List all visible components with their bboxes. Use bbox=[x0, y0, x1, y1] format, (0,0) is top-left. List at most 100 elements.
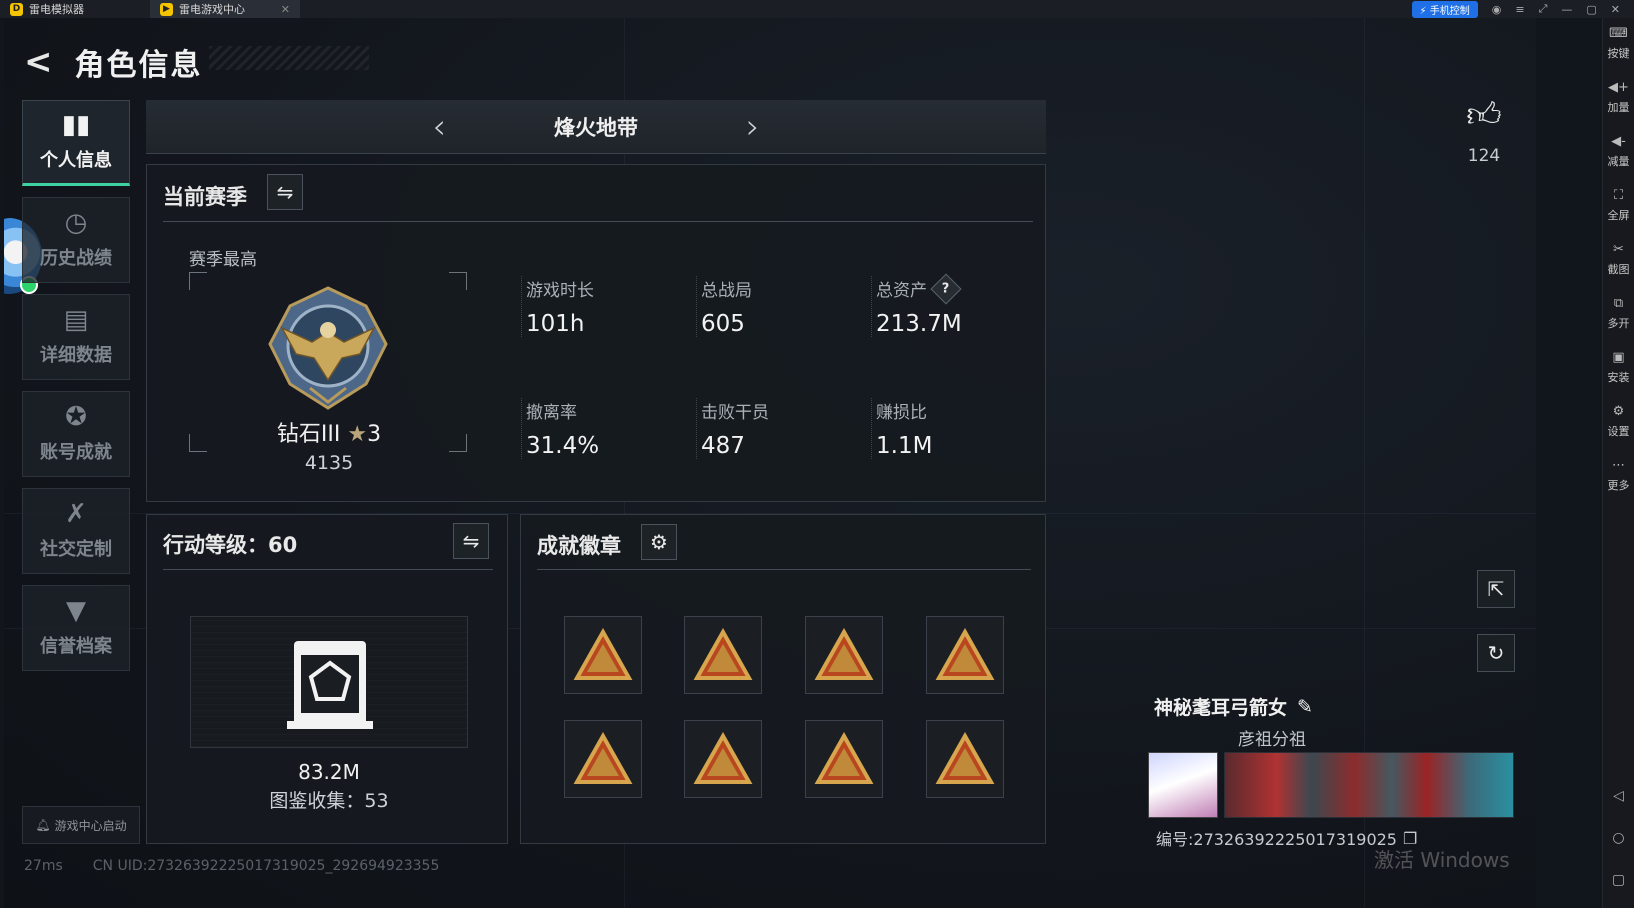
bar-chart-icon: ▮▮ bbox=[61, 110, 91, 140]
stat-kills: 击败干员 487 bbox=[696, 398, 866, 459]
edit-pencil-icon[interactable]: ✎ bbox=[1297, 696, 1313, 718]
badge-triangle-icon bbox=[935, 628, 995, 680]
emulator-logo-icon: D bbox=[10, 2, 23, 16]
multi-instance-button[interactable]: ⧉ 多开 bbox=[1608, 296, 1630, 350]
emulator-titlebar: D 雷电模拟器 ▶ 雷电游戏中心 ✕ ⚡ 手机控制 ◉ ≡ ⤢ — ▢ ✕ bbox=[0, 0, 1634, 18]
achievement-badge[interactable] bbox=[684, 616, 762, 694]
nav-item-personal-info[interactable]: ▮▮ 个人信息 bbox=[22, 100, 130, 186]
switch-season-button[interactable]: ⇋ bbox=[267, 174, 303, 210]
game-center-logo-icon: ▶ bbox=[160, 2, 173, 16]
frame-corner bbox=[189, 272, 207, 290]
nav-label: 个人信息 bbox=[40, 150, 112, 171]
prev-mode-chevron-icon[interactable]: ‹ bbox=[432, 107, 446, 147]
tab-game-center[interactable]: ▶ 雷电游戏中心 ✕ bbox=[150, 0, 300, 18]
rank-stars: 3 bbox=[367, 422, 382, 447]
stat-value: 213.7M bbox=[876, 311, 962, 337]
rank-name: 钻石III ★3 bbox=[194, 416, 464, 448]
stat-value: 31.4% bbox=[526, 433, 600, 459]
nav-item-achievements[interactable]: ✪ 账号成就 bbox=[22, 391, 130, 477]
screenshot-button[interactable]: ✂ 截图 bbox=[1608, 242, 1630, 296]
stat-label: 击败干员 bbox=[701, 403, 769, 423]
back-triangle-icon[interactable]: ◁ bbox=[1613, 788, 1624, 804]
diamond-rank-badge-icon bbox=[268, 286, 388, 410]
windows-watermark: 激活 Windows bbox=[1374, 848, 1510, 872]
achievement-badge[interactable] bbox=[926, 720, 1004, 798]
more-icon: ⋯ bbox=[1612, 458, 1625, 473]
star-badge-icon: ✪ bbox=[65, 402, 87, 432]
home-circle-icon[interactable]: ○ bbox=[1612, 830, 1624, 846]
switch-level-button[interactable]: ⇋ bbox=[453, 523, 489, 559]
stat-value: 487 bbox=[701, 433, 745, 459]
account-icon[interactable]: ◉ bbox=[1492, 3, 1502, 16]
badge-triangle-icon bbox=[814, 628, 874, 680]
stat-total-matches: 总战局 605 bbox=[696, 276, 866, 337]
nav-label: 历史战绩 bbox=[40, 248, 112, 269]
refresh-icon[interactable]: ↻ bbox=[1477, 634, 1515, 672]
fullscreen-button[interactable]: ⛶ 全屏 bbox=[1608, 188, 1630, 242]
divider bbox=[163, 221, 1033, 222]
achievement-badge[interactable] bbox=[805, 720, 883, 798]
divider bbox=[537, 569, 1031, 570]
volume-down-icon: ◀- bbox=[1611, 134, 1626, 149]
resize-icon[interactable]: ⤢ bbox=[1539, 2, 1548, 16]
achievement-badge[interactable] bbox=[684, 720, 762, 798]
title-decoration bbox=[209, 46, 369, 70]
achievement-settings-gear-icon[interactable]: ⚙ bbox=[641, 524, 677, 560]
toolbar-label: 设置 bbox=[1607, 425, 1630, 438]
stat-label: 总资产 bbox=[876, 281, 927, 301]
achievement-badge[interactable] bbox=[564, 720, 642, 798]
collection-card[interactable] bbox=[190, 616, 468, 748]
shield-icon: ▼ bbox=[66, 596, 86, 626]
stat-extract-rate: 撤离率 31.4% bbox=[521, 398, 691, 459]
cn-uid: CN UID:27326392225017319025_292694923355 bbox=[92, 858, 440, 874]
next-mode-chevron-icon[interactable]: › bbox=[746, 107, 760, 147]
fullscreen-icon: ⛶ bbox=[1613, 188, 1624, 203]
stat-value: 101h bbox=[526, 311, 585, 337]
phone-control-button[interactable]: ⚡ 手机控制 bbox=[1411, 0, 1478, 18]
share-icon[interactable]: ⇱ bbox=[1477, 570, 1515, 608]
achievement-badge[interactable] bbox=[564, 616, 642, 694]
bell-icon: 🔔︎ bbox=[35, 818, 51, 832]
toolbar-label: 更多 bbox=[1607, 479, 1630, 492]
install-icon: ▣ bbox=[1612, 350, 1625, 365]
recent-square-icon[interactable]: ▢ bbox=[1612, 872, 1625, 888]
back-arrow-icon[interactable]: < bbox=[24, 45, 53, 79]
menu-icon[interactable]: ≡ bbox=[1515, 3, 1524, 16]
nav-item-credit[interactable]: ▼ 信誉档案 bbox=[22, 585, 130, 671]
game-center-start-button[interactable]: 🔔︎ 游戏中心启动 bbox=[22, 806, 140, 844]
volume-down-button[interactable]: ◀- 减量 bbox=[1608, 134, 1630, 188]
help-icon[interactable]: ? bbox=[930, 272, 962, 305]
volume-up-button[interactable]: ◀+ 加量 bbox=[1608, 80, 1630, 134]
nav-item-social[interactable]: ✗ 社交定制 bbox=[22, 488, 130, 574]
nav-item-history[interactable]: ◷ 历史战绩 bbox=[22, 197, 130, 283]
start-label: 游戏中心启动 bbox=[54, 818, 127, 833]
achievement-badge[interactable] bbox=[805, 616, 883, 694]
scissors-icon: ✂ bbox=[1613, 242, 1624, 257]
maximize-icon[interactable]: ▢ bbox=[1586, 3, 1596, 16]
badge-triangle-icon bbox=[693, 732, 753, 784]
minimize-icon[interactable]: — bbox=[1561, 3, 1572, 16]
badge-triangle-icon bbox=[573, 628, 633, 680]
close-tab-icon[interactable]: ✕ bbox=[281, 3, 290, 16]
avatar[interactable] bbox=[1148, 752, 1218, 818]
more-button[interactable]: ⋯ 更多 bbox=[1608, 458, 1630, 512]
stat-label: 总战局 bbox=[701, 281, 752, 301]
achievement-badge[interactable] bbox=[926, 616, 1004, 694]
keyboard-button[interactable]: ⌨ 按键 bbox=[1608, 26, 1630, 80]
player-clan: 彦祖分祖 bbox=[1238, 730, 1306, 750]
stat-total-assets: 总资产 ? 213.7M bbox=[871, 272, 1041, 337]
season-best-label: 赛季最高 bbox=[189, 250, 257, 270]
install-button[interactable]: ▣ 安装 bbox=[1608, 350, 1630, 404]
likes[interactable]: 👍︎ 124 bbox=[1462, 98, 1506, 166]
toolbar-label: 截图 bbox=[1607, 263, 1630, 276]
player-name: 神秘耄耳弓箭女 bbox=[1154, 697, 1288, 719]
toolbar-label: 多开 bbox=[1607, 317, 1630, 330]
close-window-icon[interactable]: ✕ bbox=[1611, 3, 1620, 16]
nav-item-details[interactable]: ▤ 详细数据 bbox=[22, 294, 130, 380]
divider bbox=[163, 569, 493, 570]
settings-button[interactable]: ⚙ 设置 bbox=[1608, 404, 1630, 458]
page-header: < 角色信息 bbox=[24, 40, 203, 84]
thumbs-up-icon[interactable]: 👍︎ bbox=[1462, 98, 1506, 132]
folder-icon: ▤ bbox=[63, 305, 89, 335]
tab-emulator[interactable]: D 雷电模拟器 bbox=[0, 0, 150, 18]
